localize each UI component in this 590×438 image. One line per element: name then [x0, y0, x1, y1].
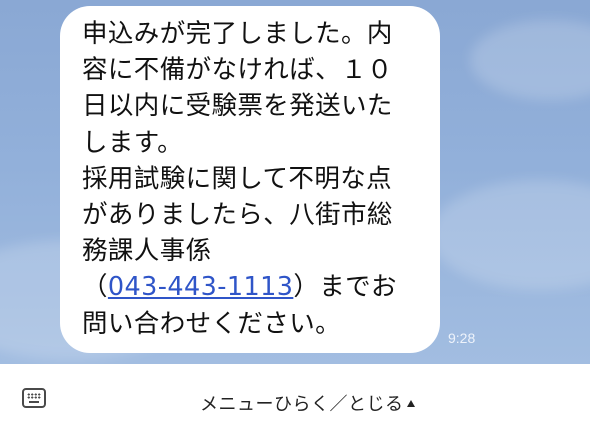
message-line: 日以内に受験票を発送いた [82, 91, 393, 122]
message-line: します。 [82, 127, 184, 158]
menu-toggle-label: メニューひらく／とじる [200, 394, 404, 415]
menu-toggle-button[interactable]: メニューひらく／とじる [200, 391, 460, 415]
phone-number-link[interactable]: 043-443-1113 [108, 272, 293, 302]
background-cloud [430, 180, 590, 290]
message-bubble: 申込みが完了しました。内 容に不備がなければ、１０ 日以内に受験票を発送いた し… [60, 6, 440, 353]
message-line: 務課人事係 [82, 236, 212, 267]
keyboard-icon[interactable] [22, 388, 46, 408]
phone-line: （043-443-1113）までお [82, 269, 422, 305]
message-timestamp: 9:28 [448, 330, 476, 346]
message-line: がありましたら、八街市総 [82, 200, 393, 231]
message-line: 問い合わせください。 [82, 308, 342, 339]
phone-open-paren: （ [82, 272, 108, 303]
background-cloud [470, 20, 590, 100]
triangle-up-icon [406, 399, 415, 407]
message-line: 申込みが完了しました。内 [82, 19, 393, 49]
chat-area: 申込みが完了しました。内 容に不備がなければ、１０ 日以内に受験票を発送いた し… [0, 0, 590, 364]
message-line: 容に不備がなければ、１０ [82, 55, 393, 86]
rich-menu-bar: メニューひらく／とじる [0, 364, 590, 438]
message-line: 採用試験に関して不明な点 [82, 163, 393, 194]
phone-close-text: ）までお [293, 272, 397, 303]
